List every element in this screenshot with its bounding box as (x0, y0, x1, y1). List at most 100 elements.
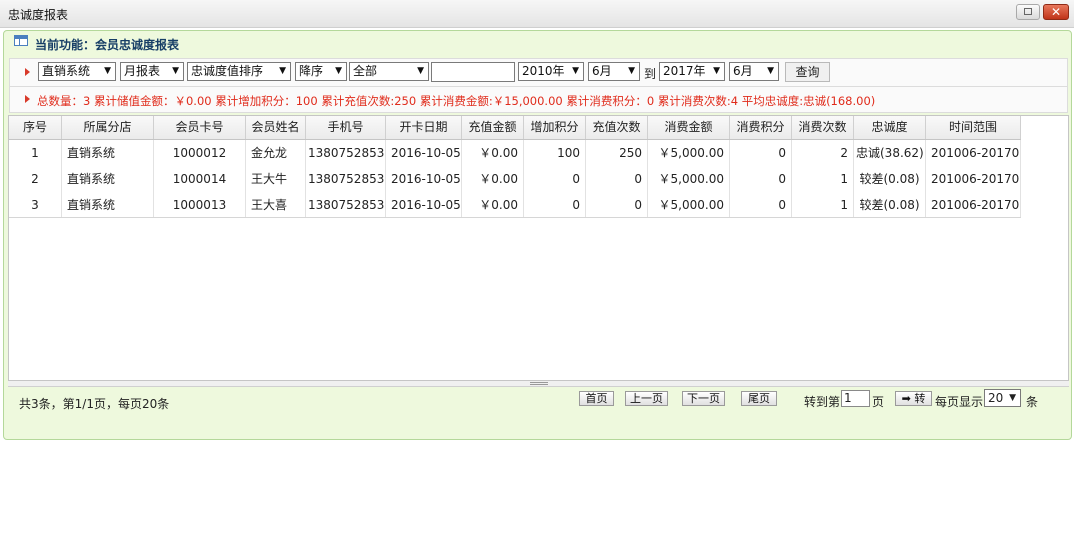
page-number-input[interactable]: 1 (841, 390, 870, 407)
table-cell: 直销系统 (62, 140, 154, 166)
table-cell: 201006-201706 (926, 140, 1021, 166)
column-header[interactable]: 消费积分 (730, 116, 792, 139)
query-button[interactable]: 查询 (785, 62, 830, 82)
column-header[interactable]: 时间范围 (926, 116, 1021, 139)
chevron-down-icon: ▼ (628, 66, 635, 76)
report-type-select[interactable]: 月报表 ▼ (120, 62, 184, 81)
end-month-value: 6月 (733, 64, 753, 78)
table-cell: 0 (730, 192, 792, 218)
function-bar: 当前功能：会员忠诚度报表 (4, 31, 1071, 55)
sort-field-value: 忠诚度值排序 (191, 64, 264, 78)
column-header[interactable]: 增加积分 (524, 116, 586, 139)
per-page-unit-label: 条 (1026, 395, 1039, 409)
keyword-input[interactable] (431, 62, 515, 82)
table-cell: ￥0.00 (462, 140, 524, 166)
column-header[interactable]: 忠诚度 (854, 116, 926, 139)
table-cell: 1000012 (154, 140, 246, 166)
table-cell: 2016-10-05 (386, 166, 462, 192)
chevron-down-icon: ▼ (172, 66, 179, 76)
column-header[interactable]: 手机号 (306, 116, 386, 139)
column-header[interactable]: 充值次数 (586, 116, 648, 139)
grip-icon (530, 382, 548, 385)
sort-field-select[interactable]: 忠诚度值排序 ▼ (187, 62, 291, 81)
pager-info: 共3条，第1/1页，每页20条 (19, 397, 170, 411)
chevron-down-icon: ▼ (767, 66, 774, 76)
table-cell: 1380752853 (306, 192, 386, 218)
start-year-select[interactable]: 2010年 ▼ (518, 62, 584, 81)
table-cell: 1000014 (154, 166, 246, 192)
column-header[interactable]: 序号 (9, 116, 62, 139)
table-cell: 1380752853 (306, 140, 386, 166)
chevron-down-icon: ▼ (1009, 393, 1016, 403)
page-unit-label: 页 (872, 395, 885, 409)
table-cell: 100 (524, 140, 586, 166)
chevron-down-icon: ▼ (104, 66, 111, 76)
table-cell: 250 (586, 140, 648, 166)
first-page-button[interactable]: 首页 (579, 391, 614, 406)
close-button[interactable]: ✕ (1043, 4, 1069, 20)
start-year-value: 2010年 (522, 64, 565, 78)
table-cell: ￥5,000.00 (648, 192, 730, 218)
chevron-down-icon: ▼ (279, 66, 286, 76)
resize-handle[interactable] (8, 381, 1069, 387)
table-cell: ￥0.00 (462, 192, 524, 218)
table-cell: 3 (9, 192, 62, 218)
start-month-select[interactable]: 6月 ▼ (588, 62, 640, 81)
table-cell: 0 (730, 140, 792, 166)
table-cell: ￥5,000.00 (648, 140, 730, 166)
column-header[interactable]: 会员卡号 (154, 116, 246, 139)
to-label: 到 (644, 67, 657, 81)
table-bottom-border (9, 217, 1021, 218)
table-cell: 金允龙 (246, 140, 306, 166)
column-header[interactable]: 消费次数 (792, 116, 854, 139)
table-cell: 0 (524, 166, 586, 192)
last-page-button[interactable]: 尾页 (741, 391, 777, 406)
report-table: 序号 所属分店 会员卡号 会员姓名 手机号 开卡日期 充值金额 增加积分 充值次… (8, 115, 1069, 381)
table-cell: 直销系统 (62, 192, 154, 218)
column-header[interactable]: 所属分店 (62, 116, 154, 139)
end-year-select[interactable]: 2017年 ▼ (659, 62, 725, 81)
table-row[interactable]: 3 直销系统 1000013 王大喜 1380752853 2016-10-05… (9, 192, 1021, 218)
end-month-select[interactable]: 6月 ▼ (729, 62, 779, 81)
table-cell: 王大喜 (246, 192, 306, 218)
restore-icon (1024, 8, 1032, 15)
report-type-value: 月报表 (124, 64, 161, 78)
scope-select[interactable]: 全部 ▼ (349, 62, 429, 81)
table-cell: 2016-10-05 (386, 192, 462, 218)
prev-page-button[interactable]: 上一页 (625, 391, 668, 406)
restore-button[interactable] (1016, 4, 1040, 20)
table-cell: 1 (792, 192, 854, 218)
chevron-down-icon: ▼ (713, 66, 720, 76)
sort-order-select[interactable]: 降序 ▼ (295, 62, 347, 81)
start-month-value: 6月 (592, 64, 612, 78)
table-cell: 1 (9, 140, 62, 166)
bullet-arrow-icon (25, 95, 30, 103)
per-page-select[interactable]: 20 ▼ (984, 389, 1021, 407)
table-cell: 较差(0.08) (854, 192, 926, 218)
table-cell: ￥5,000.00 (648, 166, 730, 192)
table-cell: 1 (792, 166, 854, 192)
table-row[interactable]: 1 直销系统 1000012 金允龙 1380752853 2016-10-05… (9, 140, 1021, 166)
filter-toolbar: 直销系统 ▼ 月报表 ▼ 忠诚度值排序 ▼ 降序 ▼ 全部 ▼ 2010年 ▼ 6月 ▼ 到 … (9, 58, 1068, 87)
table-icon (14, 35, 28, 46)
summary-bar: 总数量：3 累计储值金额：￥0.00 累计增加积分：100 累计充值次数:250… (9, 87, 1068, 113)
store-select[interactable]: 直销系统 ▼ (38, 62, 116, 81)
next-page-button[interactable]: 下一页 (682, 391, 725, 406)
column-header[interactable]: 充值金额 (462, 116, 524, 139)
table-row[interactable]: 2 直销系统 1000014 王大牛 1380752853 2016-10-05… (9, 166, 1021, 192)
store-select-value: 直销系统 (42, 64, 91, 78)
table-cell: 王大牛 (246, 166, 306, 192)
column-header[interactable]: 会员姓名 (246, 116, 306, 139)
per-page-label: 每页显示 (935, 395, 984, 409)
chevron-down-icon: ▼ (572, 66, 579, 76)
column-header[interactable]: 开卡日期 (386, 116, 462, 139)
column-header[interactable]: 消费金额 (648, 116, 730, 139)
table-cell: 0 (586, 166, 648, 192)
chevron-down-icon: ▼ (335, 66, 342, 76)
table-cell: 2 (792, 140, 854, 166)
goto-label: 转到第 (804, 395, 841, 409)
window-titlebar: 忠诚度报表 ✕ (0, 0, 1074, 28)
table-cell: ￥0.00 (462, 166, 524, 192)
window-title: 忠诚度报表 (8, 8, 69, 22)
go-button[interactable]: ➡ 转 (895, 391, 932, 406)
